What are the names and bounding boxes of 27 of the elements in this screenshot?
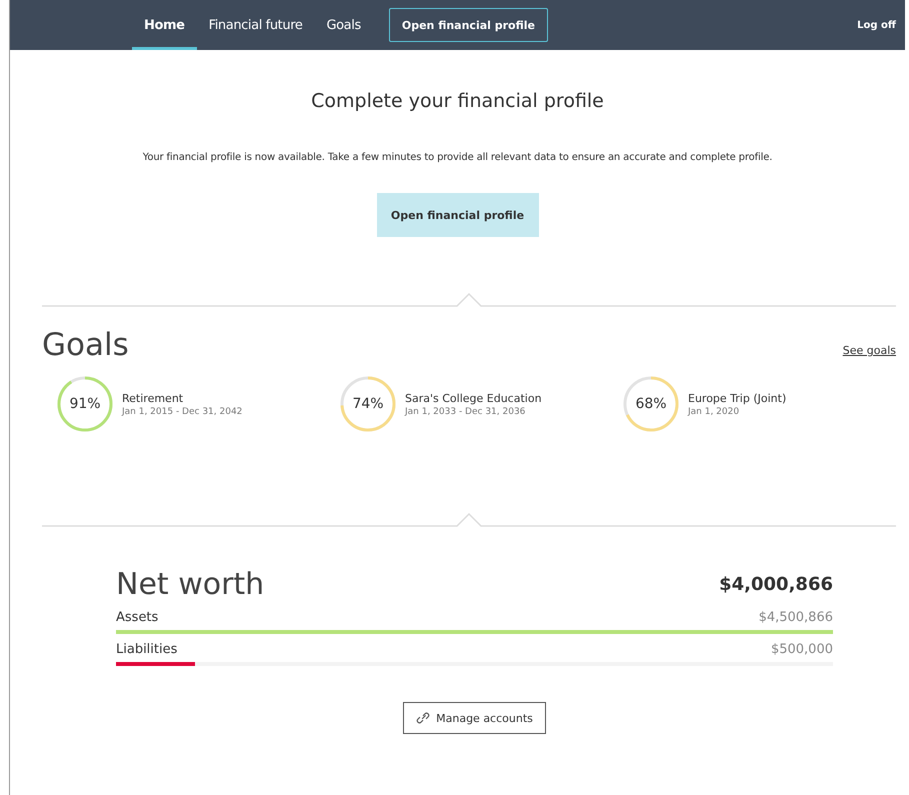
goal-percent: 68% xyxy=(635,396,667,412)
section-title: Goals xyxy=(42,327,129,363)
goal-percent: 91% xyxy=(69,396,101,412)
profile-message: Your financial profile is now available. Take a few minutes to provide all relevant data to ensure an accurate and complete profile. xyxy=(142,152,772,163)
row-label: Assets xyxy=(116,610,158,625)
goal-percent: 74% xyxy=(352,396,384,412)
nav-tab[interactable]: Home xyxy=(132,0,197,50)
open-profile-button[interactable]: Open financial profile xyxy=(388,8,548,42)
goal-dates: Jan 1, 2033 - Dec 31, 2036 xyxy=(405,406,526,416)
goal-name: Retirement xyxy=(122,392,184,404)
goal-dates: Jan 1, 2015 - Dec 31, 2042 xyxy=(122,406,242,416)
open-profile-button[interactable]: Open financial profile xyxy=(376,193,538,237)
section-title: Complete your financial profile xyxy=(311,90,604,112)
link-icon xyxy=(416,711,430,725)
nav-tab[interactable]: Goals xyxy=(314,0,373,50)
manage-accounts-button[interactable]: Manage accounts xyxy=(403,702,546,734)
net-worth-total: $4,000,866 xyxy=(719,574,833,595)
nav-tab[interactable]: Financial future xyxy=(196,0,314,50)
row-amount: $4,500,866 xyxy=(758,610,833,625)
section-title: Net worth xyxy=(116,567,264,602)
log-off-link[interactable]: Log off xyxy=(857,0,896,50)
row-label: Liabilities xyxy=(116,642,178,657)
goal-name: Sara's College Education xyxy=(405,392,542,404)
see-goals-link[interactable]: See goals xyxy=(842,344,896,357)
goal-dates: Jan 1, 2020 xyxy=(688,406,740,416)
goal-name: Europe Trip (Joint) xyxy=(688,392,786,404)
row-amount: $500,000 xyxy=(770,642,833,657)
